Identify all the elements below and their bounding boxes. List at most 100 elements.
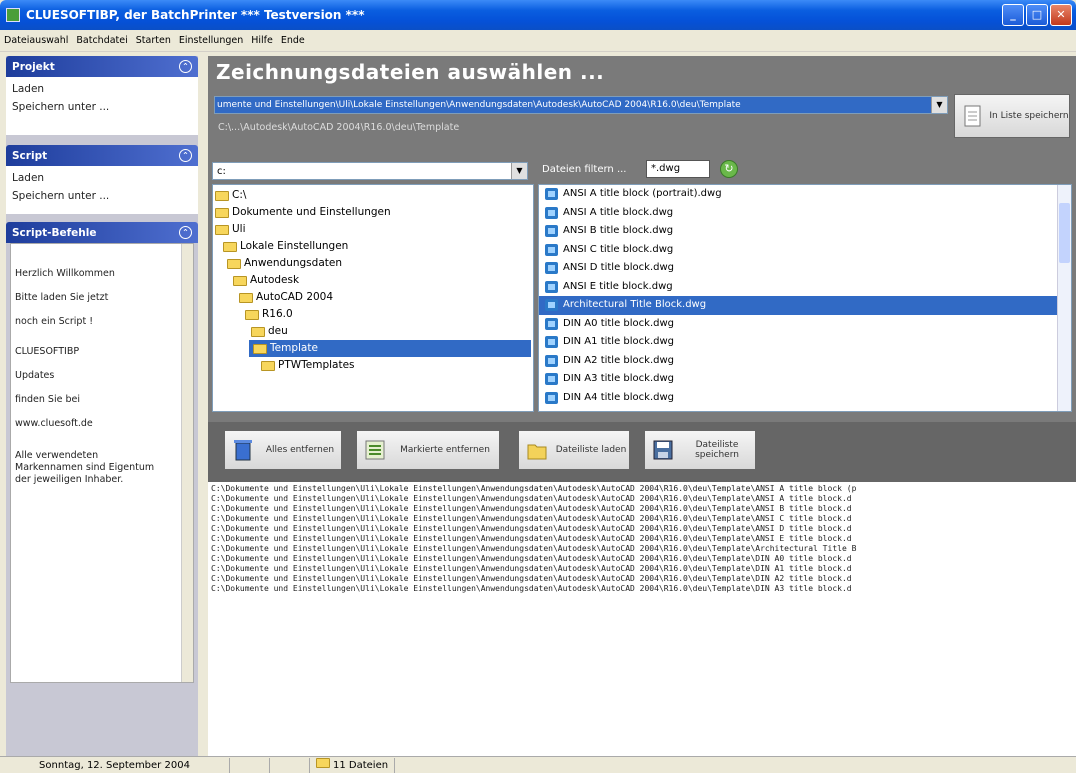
trash-icon xyxy=(234,440,252,461)
status-bar: Sonntag, 12. September 2004 11 Dateien xyxy=(0,756,1076,773)
brand-text: CLUESOFTIBP xyxy=(15,346,80,357)
remove-all-label: Alles entfernen xyxy=(265,445,335,455)
file-item-selected[interactable]: Architectural Title Block.dwg xyxy=(539,296,1071,315)
tree-node[interactable]: Anwendungsdaten xyxy=(227,255,342,272)
script-speichern[interactable]: Speichern unter ... xyxy=(12,187,192,205)
menu-hilfe[interactable]: Hilfe xyxy=(247,35,277,46)
folder-icon xyxy=(239,292,253,303)
file-name: ANSI A title block.dwg xyxy=(563,206,674,218)
projekt-header[interactable]: Projekt ⌃ xyxy=(6,56,198,77)
info-text: Updates xyxy=(15,370,55,381)
menu-starten[interactable]: Starten xyxy=(132,35,175,46)
file-item[interactable]: ANSI E title block.dwg xyxy=(539,278,1071,297)
tree-node[interactable]: Autodesk xyxy=(233,272,299,289)
short-path: C:\...\Autodesk\AutoCAD 2004\R16.0\deu\T… xyxy=(218,122,460,133)
dwg-file-icon xyxy=(545,391,558,404)
file-item[interactable]: ANSI A title block (portrait).dwg xyxy=(539,185,1071,204)
remove-marked-button[interactable]: Markierte entfernen xyxy=(356,430,500,470)
file-name: ANSI D title block.dwg xyxy=(563,262,674,273)
filter-input[interactable]: *.dwg xyxy=(646,160,710,178)
tree-label: R16.0 xyxy=(262,308,293,320)
remove-all-button[interactable]: Alles entfernen xyxy=(224,430,342,470)
script-header[interactable]: Script ⌃ xyxy=(6,145,198,166)
file-item[interactable]: ANSI C title block.dwg xyxy=(539,241,1071,260)
file-item[interactable]: ANSI D title block.dwg xyxy=(539,259,1071,278)
scrollbar-thumb[interactable] xyxy=(1059,203,1070,263)
folder-icon xyxy=(215,224,229,235)
file-list[interactable]: ANSI A title block (portrait).dwg ANSI A… xyxy=(538,184,1072,412)
tree-node[interactable]: Uli xyxy=(215,221,246,238)
menu-ende[interactable]: Ende xyxy=(277,35,309,46)
tree-label: Autodesk xyxy=(250,274,300,286)
url-text: www.cluesoft.de xyxy=(15,418,93,429)
folder-open-icon xyxy=(253,343,267,354)
projekt-speichern[interactable]: Speichern unter ... xyxy=(12,98,192,116)
collapse-icon[interactable]: ⌃ xyxy=(179,226,192,239)
path-value: umente und Einstellungen\Uli\Lokale Eins… xyxy=(215,97,931,113)
file-item[interactable]: DIN A0 title block.dwg xyxy=(539,315,1071,334)
output-line: C:\Dokumente und Einstellungen\Uli\Lokal… xyxy=(211,514,852,523)
scrollbar[interactable] xyxy=(1057,185,1071,411)
tree-node[interactable]: R16.0 xyxy=(245,306,293,323)
path-combo[interactable]: umente und Einstellungen\Uli\Lokale Eins… xyxy=(214,96,948,114)
file-item[interactable]: DIN A3 title block.dwg xyxy=(539,370,1071,389)
script-commands-box[interactable]: Herzlich Willkommen Bitte laden Sie jetz… xyxy=(10,243,194,683)
output-line: C:\Dokumente und Einstellungen\Uli\Lokal… xyxy=(211,494,852,503)
menu-dateiauswahl[interactable]: Dateiauswahl xyxy=(0,35,72,46)
folder-icon xyxy=(251,326,265,337)
tree-node-selected[interactable]: Template xyxy=(249,340,531,357)
befehle-header[interactable]: Script-Befehle ⌃ xyxy=(6,222,198,243)
file-item[interactable]: DIN A4 title block.dwg xyxy=(539,389,1071,408)
chevron-down-icon[interactable]: ▼ xyxy=(931,97,947,113)
tree-node[interactable]: Dokumente und Einstellungen xyxy=(215,204,391,221)
save-list-button[interactable]: Dateiliste speichern xyxy=(644,430,756,470)
close-button[interactable]: ✕ xyxy=(1050,4,1072,26)
file-item[interactable]: DIN A2 title block.dwg xyxy=(539,352,1071,371)
load-list-button[interactable]: Dateiliste laden xyxy=(518,430,630,470)
splitter[interactable] xyxy=(198,56,208,756)
chevron-down-icon[interactable]: ▼ xyxy=(511,163,527,179)
save-icon xyxy=(653,440,673,460)
collapse-icon[interactable]: ⌃ xyxy=(179,149,192,162)
tree-label: C:\ xyxy=(232,189,247,201)
menu-einstellungen[interactable]: Einstellungen xyxy=(175,35,247,46)
script-laden[interactable]: Laden xyxy=(12,169,192,187)
folder-tree[interactable]: C:\ Dokumente und Einstellungen Uli Loka… xyxy=(212,184,534,412)
menu-batchdatei[interactable]: Batchdatei xyxy=(72,35,131,46)
file-item[interactable]: ANSI B title block.dwg xyxy=(539,222,1071,241)
tree-node[interactable]: PTWTemplates xyxy=(261,357,355,374)
file-name: DIN A4 title block.dwg xyxy=(563,391,675,403)
file-item[interactable]: ANSI A title block.dwg xyxy=(539,204,1071,223)
tree-label: Dokumente und Einstellungen xyxy=(232,206,391,218)
file-item[interactable]: DIN A1 title block.dwg xyxy=(539,333,1071,352)
tree-node[interactable]: AutoCAD 2004 xyxy=(239,289,333,306)
file-list-output[interactable]: C:\Dokumente und Einstellungen\Uli\Lokal… xyxy=(208,482,1076,756)
output-line: C:\Dokumente und Einstellungen\Uli\Lokal… xyxy=(211,504,852,513)
tree-node[interactable]: deu xyxy=(251,323,288,340)
minimize-button[interactable]: _ xyxy=(1002,4,1024,26)
dwg-file-icon xyxy=(545,354,558,367)
dwg-file-icon xyxy=(545,317,558,330)
dwg-file-icon xyxy=(545,188,558,201)
file-name: Architectural Title Block.dwg xyxy=(563,299,707,310)
projekt-title: Projekt xyxy=(12,60,55,73)
tree-node[interactable]: Lokale Einstellungen xyxy=(223,238,348,255)
maximize-button[interactable]: □ xyxy=(1026,4,1048,26)
main-area: Zeichnungsdateien auswählen ... umente u… xyxy=(208,56,1076,756)
scrollbar[interactable] xyxy=(181,244,193,682)
output-line: C:\Dokumente und Einstellungen\Uli\Lokal… xyxy=(211,574,852,583)
dwg-file-icon xyxy=(545,280,558,293)
save-to-list-button[interactable]: In Liste speichern xyxy=(954,94,1070,138)
dwg-file-icon xyxy=(545,262,558,275)
tree-node[interactable]: C:\ xyxy=(215,187,246,204)
befehle-title: Script-Befehle xyxy=(12,226,97,239)
collapse-icon[interactable]: ⌃ xyxy=(179,60,192,73)
status-count: 11 Dateien xyxy=(333,759,389,771)
projekt-laden[interactable]: Laden xyxy=(12,80,192,98)
window-title: CLUESOFTIBP, der BatchPrinter *** Testve… xyxy=(26,8,365,22)
refresh-icon[interactable]: ↻ xyxy=(720,160,738,178)
drive-select[interactable]: c: ▼ xyxy=(212,162,528,180)
file-name: ANSI B title block.dwg xyxy=(563,225,674,236)
dwg-file-icon xyxy=(545,336,558,349)
folder-icon xyxy=(215,190,229,201)
